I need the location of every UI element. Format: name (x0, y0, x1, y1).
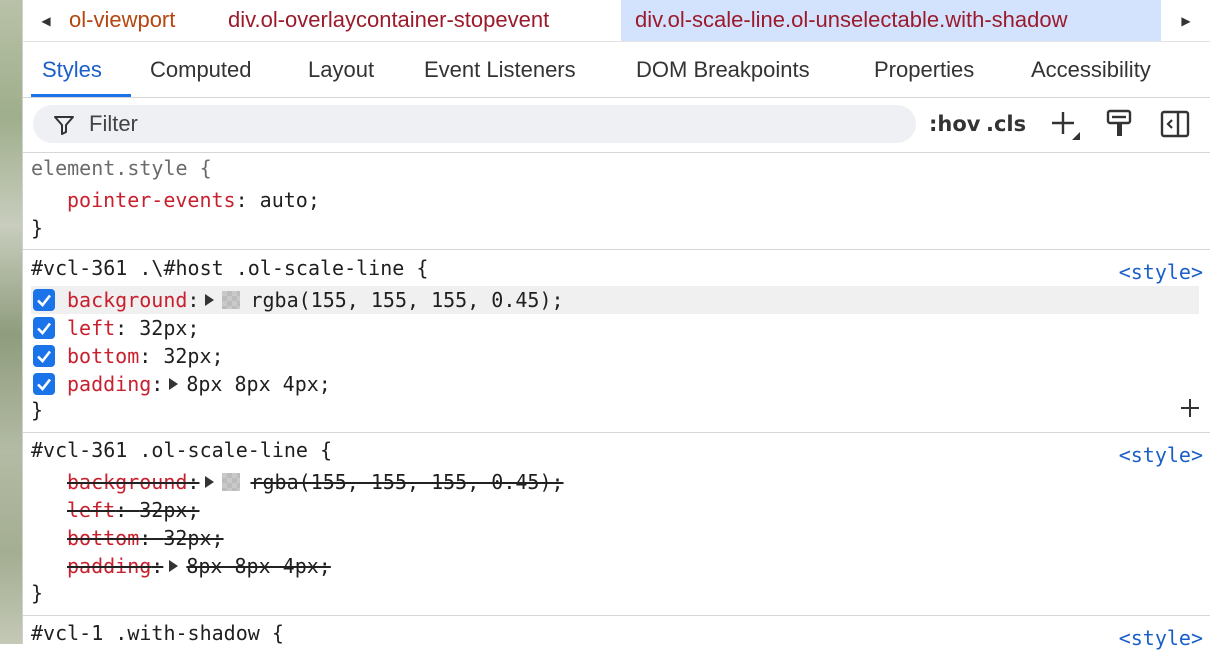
declaration-bottom[interactable]: bottom: 32px; (67, 342, 224, 370)
declaration-left[interactable]: left: 32px; (67, 314, 199, 342)
declaration-background-overridden[interactable]: background: rgba(155, 155, 155, 0.45); (67, 468, 564, 496)
tab-dom-breakpoints[interactable]: DOM Breakpoints (636, 41, 810, 97)
filter-input[interactable] (89, 105, 889, 143)
color-swatch[interactable] (222, 290, 241, 309)
declaration-separator: : (139, 526, 164, 550)
rule-with-shadow: #vcl-1 .with-shadow { <style> (23, 616, 1210, 650)
styles-toolbar: :hov .cls (23, 97, 1210, 153)
property-value[interactable]: 32px; (163, 526, 223, 550)
declaration-separator: : (151, 554, 164, 578)
tab-accessibility[interactable]: Accessibility (1031, 41, 1151, 97)
property-value[interactable]: rgba(155, 155, 155, 0.45); (250, 288, 563, 312)
sidebar-tab-strip: Styles Computed Layout Event Listeners D… (23, 41, 1210, 98)
rule-close-brace: } (31, 398, 44, 422)
tab-styles[interactable]: Styles (42, 41, 102, 97)
declaration-checkbox[interactable] (33, 289, 55, 311)
rule-selector[interactable]: element.style { (31, 154, 212, 182)
declaration-padding[interactable]: padding: 8px 8px 4px; (67, 370, 331, 398)
breadcrumb-overlaycontainer[interactable]: div.ol-overlaycontainer-stopevent (228, 0, 549, 41)
property-value[interactable]: auto; (260, 188, 320, 212)
checkmark-icon (37, 322, 52, 335)
new-style-rule-icon[interactable] (1047, 107, 1081, 141)
style-source-link[interactable]: <style> (1119, 441, 1203, 469)
cls-button[interactable]: .cls (986, 107, 1026, 141)
expand-triangle-icon[interactable] (169, 377, 179, 390)
filter-icon (54, 116, 74, 135)
declaration-left-overridden[interactable]: left: 32px; (67, 496, 199, 524)
declaration-separator: : (139, 344, 164, 368)
expand-triangle-icon[interactable] (205, 475, 215, 488)
declaration-checkbox[interactable] (33, 317, 55, 339)
rule-selector[interactable]: #vcl-361 .\#host .ol-scale-line { (31, 254, 428, 282)
styles-panel: ◀ ol-viewport div.ol-overlaycontainer-st… (22, 0, 1210, 650)
declaration-separator: : (115, 498, 140, 522)
property-value[interactable]: rgba(155, 155, 155, 0.45); (250, 470, 563, 494)
property-value[interactable]: 32px; (139, 316, 199, 340)
declaration-separator: : (151, 372, 164, 396)
declaration-background[interactable]: background: rgba(155, 155, 155, 0.45); (67, 286, 564, 314)
toggle-sidebar-icon[interactable] (1158, 107, 1192, 141)
property-value[interactable]: 8px 8px 4px; (186, 372, 331, 396)
scroll-right-icon[interactable]: ▶ (1173, 0, 1199, 41)
checkmark-icon (37, 294, 52, 307)
tab-properties[interactable]: Properties (874, 41, 974, 97)
property-name[interactable]: bottom (67, 526, 139, 550)
property-value[interactable]: 8px 8px 4px; (186, 554, 331, 578)
style-source-link[interactable]: <style> (1119, 258, 1203, 286)
property-name[interactable]: padding (67, 554, 151, 578)
property-name[interactable]: background (67, 470, 187, 494)
tab-layout[interactable]: Layout (308, 41, 374, 97)
add-declaration-icon[interactable] (1179, 397, 1201, 419)
rule-selector[interactable]: #vcl-1 .with-shadow { (31, 619, 284, 647)
rule-close-brace: } (31, 216, 44, 240)
declaration-separator: : (187, 470, 200, 494)
color-swatch-fill (222, 472, 241, 491)
expand-triangle-icon[interactable] (205, 293, 215, 306)
paint-format-icon[interactable] (1103, 107, 1137, 141)
declaration-separator: : (235, 188, 260, 212)
declaration-pointer-events[interactable]: pointer-events: auto; (67, 186, 320, 214)
checkmark-icon (37, 378, 52, 391)
property-name[interactable]: background (67, 288, 187, 312)
rule-selector[interactable]: #vcl-361 .ol-scale-line { (31, 436, 332, 464)
hov-button[interactable]: :hov (929, 107, 980, 141)
selector-text: element.style { (31, 156, 212, 180)
property-name[interactable]: bottom (67, 344, 139, 368)
checkmark-icon (37, 350, 52, 363)
property-name[interactable]: pointer-events (67, 188, 236, 212)
color-swatch-fill (222, 290, 241, 309)
property-value[interactable]: 32px; (139, 498, 199, 522)
color-swatch[interactable] (222, 472, 241, 491)
declaration-separator: : (187, 288, 200, 312)
scroll-left-icon[interactable]: ◀ (33, 0, 59, 41)
declaration-padding-overridden[interactable]: padding: 8px 8px 4px; (67, 552, 331, 580)
expand-triangle-icon[interactable] (169, 559, 179, 572)
filter-box[interactable] (33, 105, 916, 143)
rule-element-style: element.style { pointer-events: auto; } (23, 152, 1210, 250)
property-name[interactable]: left (67, 316, 115, 340)
declaration-separator: : (115, 316, 140, 340)
tab-computed[interactable]: Computed (150, 41, 252, 97)
property-name[interactable]: left (67, 498, 115, 522)
rule-scale-line-overridden: #vcl-361 .ol-scale-line { <style> backgr… (23, 433, 1210, 616)
breadcrumb-ol-viewport[interactable]: ol-viewport (69, 0, 175, 41)
property-value[interactable]: 32px; (163, 344, 223, 368)
breadcrumb-scale-line[interactable]: div.ol-scale-line.ol-unselectable.with-s… (621, 0, 1161, 41)
breadcrumb: ◀ ol-viewport div.ol-overlaycontainer-st… (23, 0, 1210, 42)
rule-close-brace: } (31, 581, 44, 605)
property-name[interactable]: padding (67, 372, 151, 396)
declaration-checkbox[interactable] (33, 373, 55, 395)
style-source-link[interactable]: <style> (1119, 624, 1203, 652)
declaration-bottom-overridden[interactable]: bottom: 32px; (67, 524, 224, 552)
declaration-checkbox[interactable] (33, 345, 55, 367)
tab-event-listeners[interactable]: Event Listeners (424, 41, 576, 97)
rule-host-scale-line: #vcl-361 .\#host .ol-scale-line { <style… (23, 250, 1210, 433)
map-background-strip (0, 0, 22, 644)
